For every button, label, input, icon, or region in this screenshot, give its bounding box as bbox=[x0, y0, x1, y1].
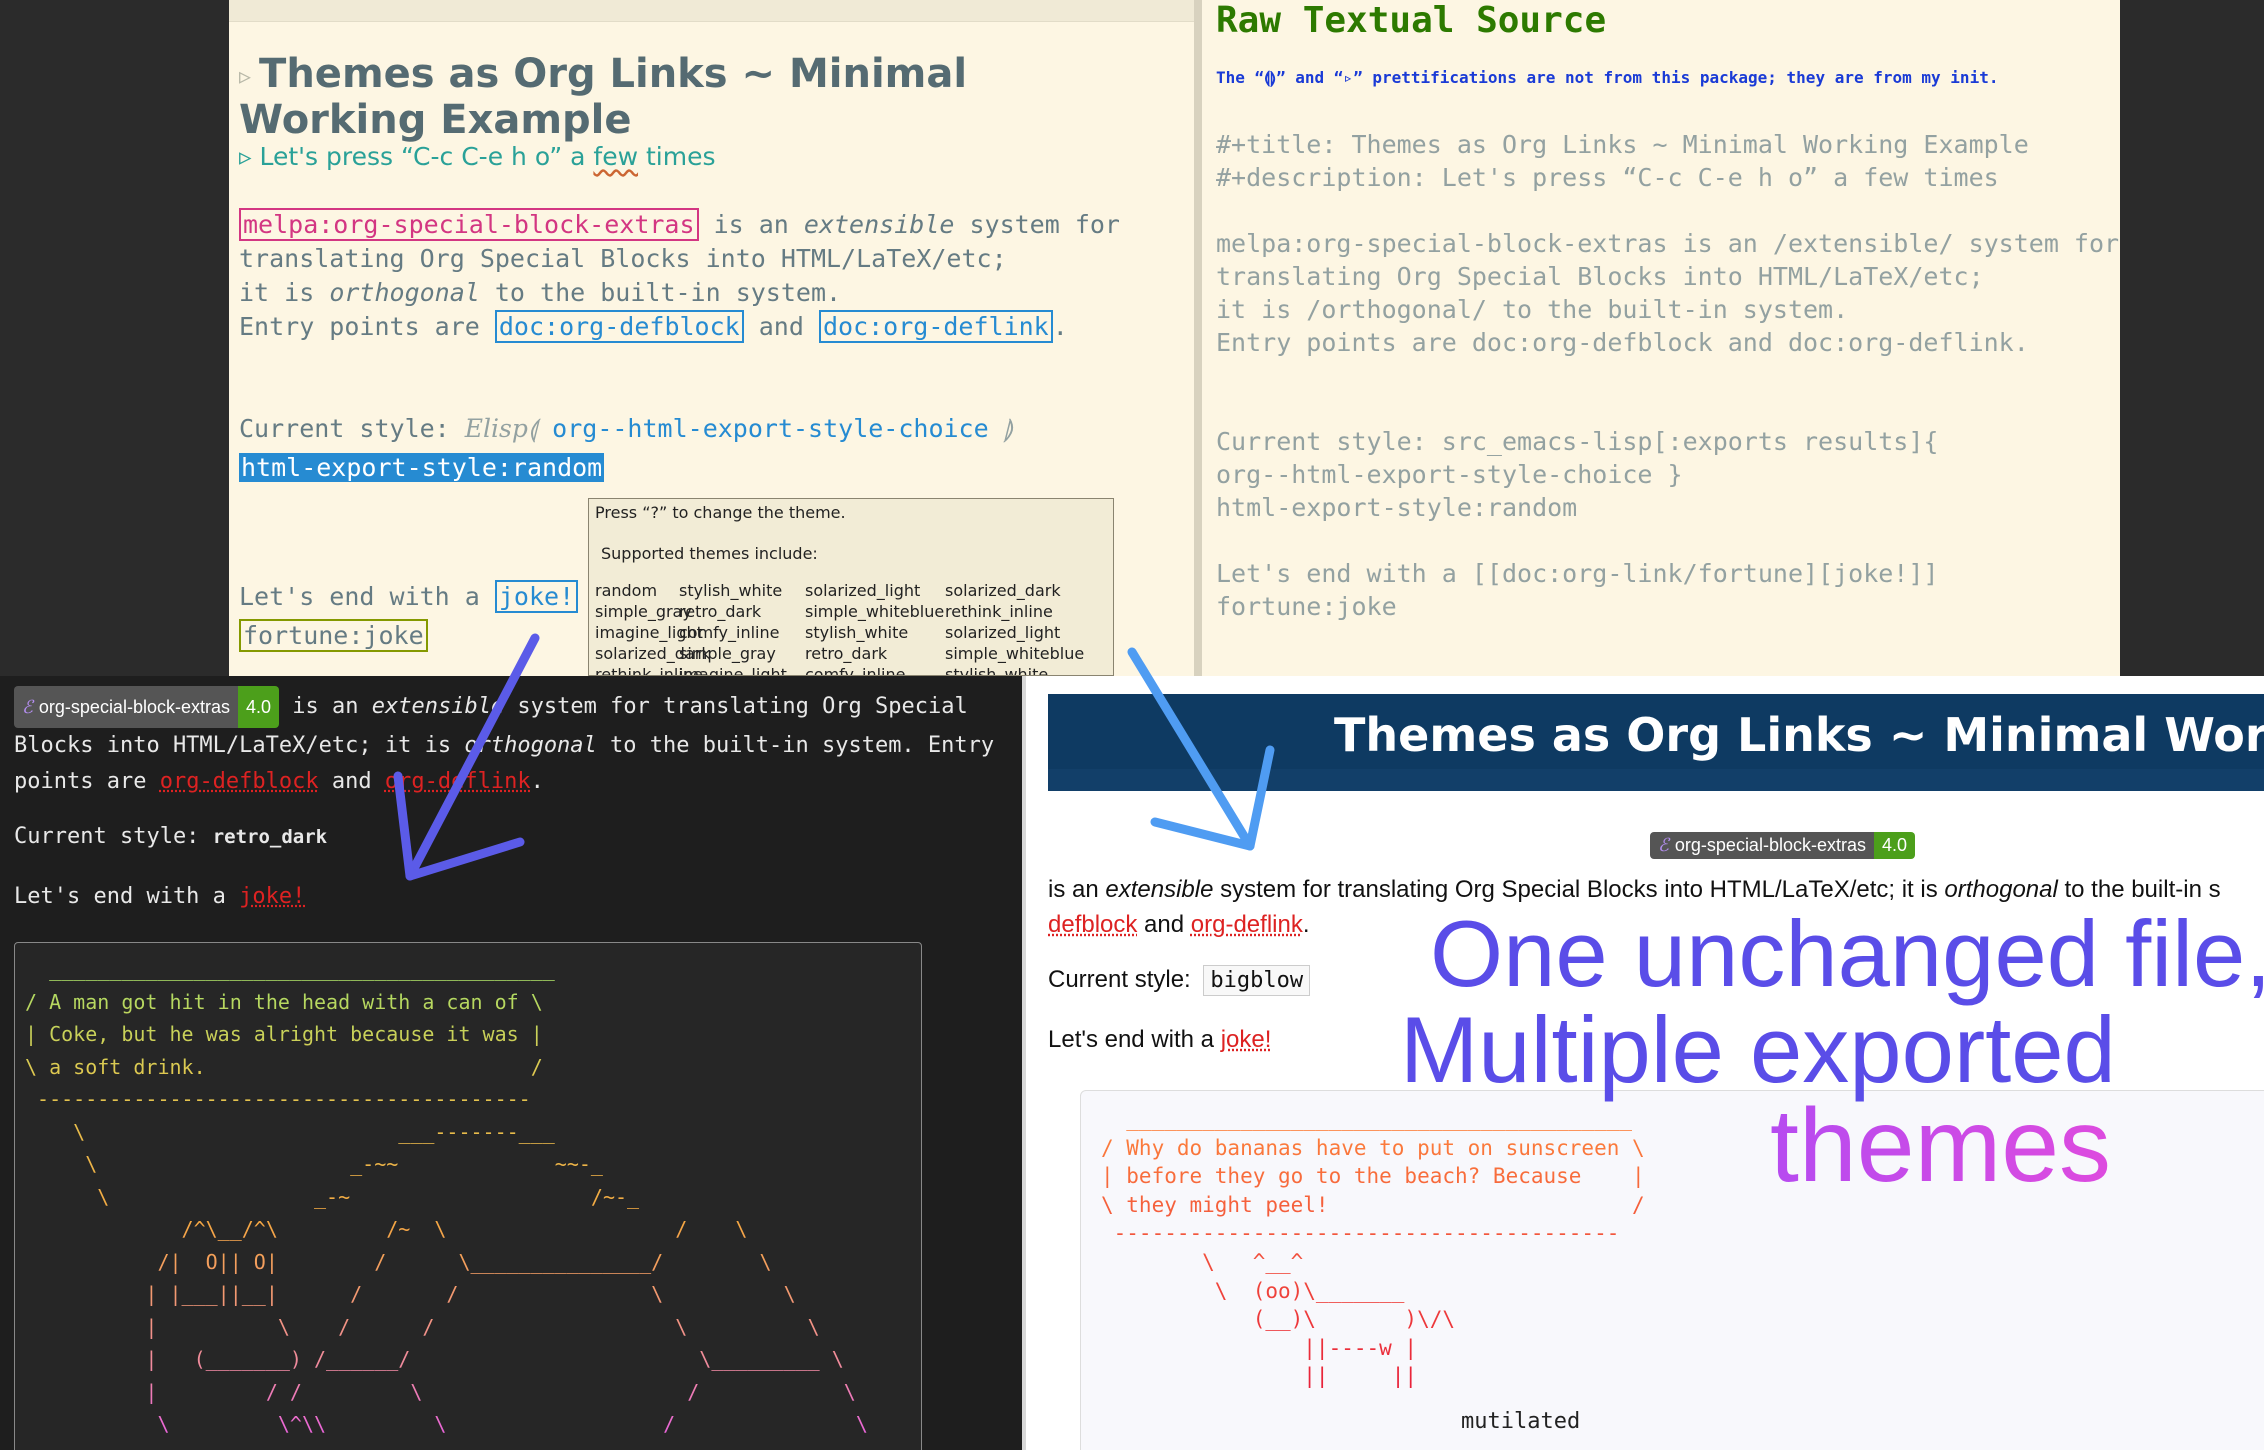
theme-option[interactable]: stylish_white bbox=[679, 581, 805, 600]
export-title: Themes as Org Links ~ Minimal Working Ex… bbox=[1334, 708, 2264, 762]
theme-option[interactable]: solarized_light bbox=[945, 623, 1060, 642]
theme-option[interactable]: simple_gray bbox=[679, 644, 805, 663]
dark-end-line: Let's end with a joke! bbox=[14, 884, 306, 909]
fortune-line: fortune:joke bbox=[239, 619, 428, 652]
style-link-highlighted[interactable]: html-export-style:random bbox=[239, 453, 605, 482]
dark-intro-paragraph: ℰorg-special-block-extras 4.0 is an exten… bbox=[14, 686, 1004, 800]
deflink-link[interactable]: doc:org-deflink bbox=[818, 310, 1053, 343]
header-divider bbox=[1048, 769, 2264, 791]
cowsay-box: ________________________________________… bbox=[14, 942, 940, 1450]
document-title: ▹ Themes as Org Links ~ Minimal Working E… bbox=[239, 51, 968, 143]
theme-option[interactable]: comfy_inline bbox=[805, 665, 945, 675]
theme-option[interactable]: imagine_light bbox=[595, 623, 703, 642]
light-current-style: Current style: bigblow bbox=[1048, 965, 1311, 996]
fold-triangle-icon[interactable]: ▹ bbox=[239, 142, 260, 171]
defblock-link[interactable]: org-defblock bbox=[160, 769, 319, 794]
raw-source-body[interactable]: #+title: Themes as Org Links ~ Minimal W… bbox=[1216, 128, 2119, 623]
theme-tooltip: Press “?” to change the theme. Supported… bbox=[588, 498, 1114, 676]
joke-link[interactable]: joke! bbox=[239, 884, 305, 909]
emacs-icon: ℰ bbox=[22, 697, 33, 717]
dark-export-pane: ℰorg-special-block-extras 4.0 is an exten… bbox=[0, 676, 1022, 1450]
raw-source-pane: Raw Textual Source The “⟬⟭” and “▹” pret… bbox=[1194, 0, 2120, 676]
theme-option[interactable]: retro_dark bbox=[805, 644, 945, 663]
dark-current-style: Current style: retro_dark bbox=[14, 824, 328, 849]
theme-option[interactable]: simple_gray bbox=[595, 602, 692, 621]
theme-option[interactable]: simple_whiteblue bbox=[945, 644, 1084, 663]
deflink-link[interactable]: org-deflink bbox=[385, 769, 531, 794]
raw-source-note: The “⟬⟭” and “▹” prettifications are not… bbox=[1216, 68, 1999, 87]
theme-list: random stylish_white solarized_light solari… bbox=[595, 581, 1107, 675]
package-badge[interactable]: ℰorg-special-block-extras 4.0 bbox=[14, 686, 280, 728]
theme-option[interactable]: stylish_white bbox=[945, 665, 1055, 675]
style-value: retro_dark bbox=[212, 826, 328, 848]
theme-option[interactable]: solarized_dark bbox=[595, 644, 711, 663]
style-choice-function[interactable]: org--html-export-style-choice bbox=[537, 414, 1004, 443]
defblock-link[interactable]: defblock bbox=[1048, 911, 1137, 938]
overlay-caption: One unchanged file, Multiple exported th… bbox=[1400, 901, 2264, 1204]
theme-option[interactable]: rethink_inline bbox=[595, 665, 703, 675]
theme-option[interactable]: solarized_dark bbox=[945, 581, 1061, 600]
theme-option[interactable]: retro_dark bbox=[679, 602, 805, 621]
elisp-source-icon: Elisp bbox=[464, 414, 528, 443]
theme-option[interactable]: stylish_white bbox=[805, 623, 945, 642]
cowsay-art: ________________________________________… bbox=[25, 953, 940, 1441]
joke-link[interactable]: joke! bbox=[1221, 1026, 1272, 1053]
document-description: ▹ Let's press “C-c C-e h o” a few times bbox=[239, 142, 716, 171]
melpa-link[interactable]: melpa:org-special-block-extras bbox=[239, 208, 699, 241]
light-end-line: Let's end with a joke! bbox=[1048, 1026, 1272, 1053]
editor-header-bar bbox=[229, 0, 1194, 22]
fold-triangle-icon[interactable]: ▹ bbox=[239, 62, 251, 90]
deflink-link[interactable]: org-deflink bbox=[1191, 911, 1303, 938]
emacs-icon: ℰ bbox=[1658, 835, 1669, 855]
theme-option[interactable]: imagine_light bbox=[679, 665, 805, 675]
theme-option[interactable]: random bbox=[595, 581, 679, 600]
cowsay-caption: mutilated bbox=[1461, 1409, 1581, 1434]
end-line: Let's end with a joke! bbox=[239, 580, 579, 613]
theme-option[interactable]: solarized_light bbox=[805, 581, 945, 600]
package-badge[interactable]: ℰorg-special-block-extras 4.0 bbox=[1650, 832, 1916, 859]
raw-source-title: Raw Textual Source bbox=[1216, 0, 1607, 41]
theme-option[interactable]: rethink_inline bbox=[945, 602, 1055, 621]
theme-option[interactable]: simple_whiteblue bbox=[805, 602, 945, 621]
current-style-line: Current style: Elisp⟬ org--html-export-s… bbox=[239, 414, 1013, 443]
joke-link[interactable]: joke! bbox=[494, 580, 579, 613]
defblock-link[interactable]: doc:org-defblock bbox=[494, 310, 744, 343]
export-header: Themes as Org Links ~ Minimal Working Ex… bbox=[1048, 694, 2264, 774]
editor-body: melpa:org-special-block-extras is an ext… bbox=[239, 208, 1120, 343]
fortune-link[interactable]: fortune:joke bbox=[239, 619, 428, 652]
style-value: bigblow bbox=[1203, 965, 1311, 996]
theme-option[interactable]: comfy_inline bbox=[679, 623, 805, 642]
